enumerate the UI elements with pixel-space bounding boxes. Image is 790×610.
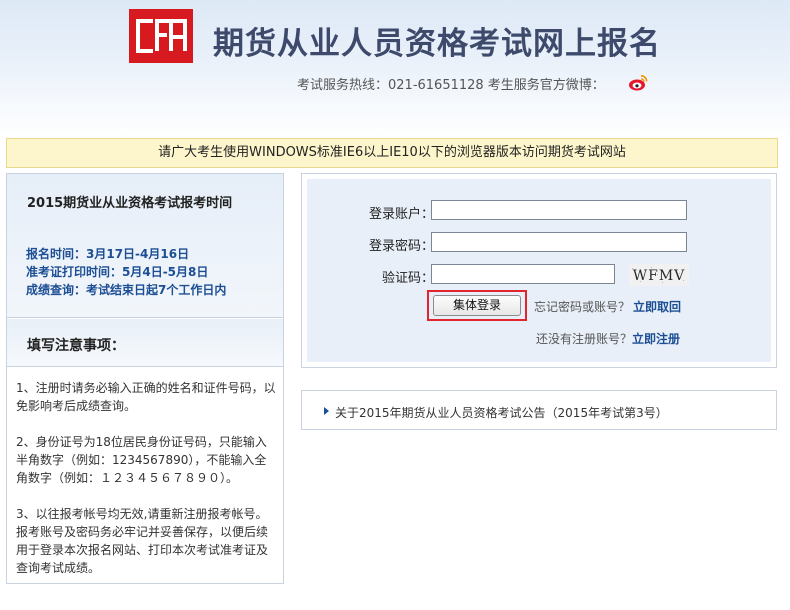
bullet-arrow-icon bbox=[324, 407, 329, 415]
site-title: 期货从业人员资格考试网上报名 bbox=[213, 26, 661, 62]
announcement-link-text[interactable]: 关于2015年期货从业人员资格考试公告（2015年考试第3号） bbox=[335, 406, 668, 420]
browser-notice: 请广大考生使用WINDOWS标准IE6以上IE10以下的浏览器版本访问期货考试网… bbox=[6, 138, 778, 168]
cfa-logo-icon bbox=[129, 9, 193, 63]
account-input[interactable] bbox=[431, 200, 687, 220]
registration-period: 报名时间：3月17日-4月16日 bbox=[26, 247, 190, 261]
group-login-highlight: 集体登录 bbox=[427, 290, 527, 321]
site-header: 期货从业人员资格考试网上报名 考试服务热线：021-61651128 考生服务官… bbox=[0, 0, 790, 140]
note-item: 3、以往报考帐号均无效,请重新注册报考帐号。报考账号及密码务必牢记并妥善保存，以… bbox=[16, 507, 269, 575]
retrieve-account-link[interactable]: 立即取回 bbox=[633, 298, 681, 315]
weibo-icon[interactable] bbox=[628, 74, 648, 91]
account-label: 登录账户： bbox=[369, 207, 435, 222]
captcha-image[interactable]: WFMV bbox=[629, 264, 689, 286]
login-panel: 登录账户： 登录密码： 验证码： WFMV 集体登录 忘记密码或账号？ 立即取回… bbox=[301, 173, 777, 368]
captcha-label: 验证码： bbox=[382, 271, 435, 286]
note-item: 2、身份证号为18位居民身份证号码，只能输入半角数字（例如：1234567890… bbox=[16, 435, 267, 485]
forgot-password-text: 忘记密码或账号？ bbox=[534, 300, 631, 314]
score-query-period: 成绩查询：考试结束日起7个工作日内 bbox=[26, 283, 227, 297]
password-label: 登录密码： bbox=[369, 239, 435, 254]
no-account-text: 还没有注册账号？ bbox=[536, 332, 633, 346]
announcement-list: 关于2015年期货从业人员资格考试公告（2015年考试第3号） bbox=[301, 390, 777, 430]
info-sidebar: 2015期货业从业资格考试报考时间 报名时间：3月17日-4月16日 准考证打印… bbox=[6, 173, 284, 584]
password-input[interactable] bbox=[431, 232, 687, 252]
note-item: 1、注册时请务必输入正确的姓名和证件号码，以免影响考后成绩查询。 bbox=[16, 381, 276, 413]
schedule-title: 2015期货业从业资格考试报考时间 bbox=[27, 196, 233, 211]
announcement-item[interactable]: 关于2015年期货从业人员资格考试公告（2015年考试第3号） bbox=[324, 404, 668, 421]
schedule-box: 2015期货业从业资格考试报考时间 报名时间：3月17日-4月16日 准考证打印… bbox=[7, 174, 283, 318]
notes-header: 填写注意事项： bbox=[7, 319, 283, 367]
notes-title: 填写注意事项： bbox=[27, 338, 125, 354]
admission-print-period: 准考证打印时间：5月4日-5月8日 bbox=[26, 265, 209, 279]
captcha-text: WFMV bbox=[633, 268, 686, 284]
group-login-button[interactable]: 集体登录 bbox=[433, 295, 521, 316]
login-form: 登录账户： 登录密码： 验证码： WFMV 集体登录 忘记密码或账号？ 立即取回… bbox=[307, 179, 771, 362]
register-link[interactable]: 立即注册 bbox=[632, 330, 680, 347]
captcha-input[interactable] bbox=[431, 264, 615, 284]
service-hotline: 考试服务热线：021-61651128 考生服务官方微博： bbox=[297, 78, 605, 93]
